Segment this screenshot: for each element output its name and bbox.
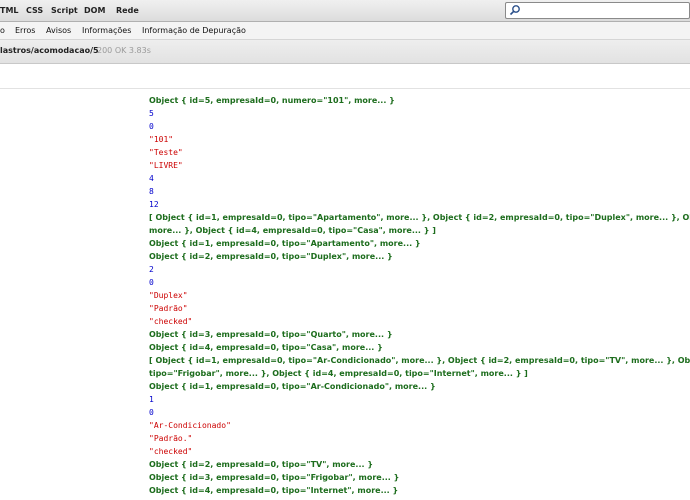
console-line[interactable]: Object { id=3, empresaId=0, tipo="Frigob… [149, 473, 399, 483]
console-line[interactable]: Object { id=4, empresaId=0, tipo="Intern… [149, 486, 398, 496]
tab-dom[interactable]: DOM [84, 6, 105, 15]
console-line: 0 [149, 408, 154, 417]
filter-all[interactable]: o [0, 26, 5, 35]
console-line: 12 [149, 200, 159, 209]
console-output: Object { id=5, empresaId=0, numero="101"… [149, 94, 690, 500]
tab-script[interactable]: Script [51, 6, 78, 15]
tab-rede[interactable]: Rede [116, 6, 139, 15]
search-input[interactable] [522, 4, 687, 17]
tab-html[interactable]: TML [0, 6, 19, 15]
console-line[interactable]: Object { id=1, empresaId=0, tipo="Ar-Con… [149, 382, 436, 392]
console-line: "101" [149, 135, 174, 144]
request-row[interactable]: lastros/acomodacao/5 200 OK 3.83s [0, 40, 690, 64]
console-line: 0 [149, 122, 154, 131]
console-line: 5 [149, 109, 154, 118]
console-line[interactable]: Object { id=2, empresaId=0, tipo="TV", m… [149, 460, 373, 470]
console-line: "Padrão." [149, 434, 193, 443]
console-line: "checked" [149, 317, 193, 326]
console-line[interactable]: [ Object { id=1, empresaId=0, tipo="Apar… [149, 213, 690, 223]
console-line: "Ar-Condicionado" [149, 421, 231, 430]
panel-tab-bar: TML CSS Script DOM Rede [0, 0, 690, 22]
request-status: 200 OK 3.83s [97, 46, 151, 55]
search-box[interactable] [505, 2, 690, 19]
console-line: 0 [149, 278, 154, 287]
console-line: "checked" [149, 447, 193, 456]
console-line: 8 [149, 187, 154, 196]
console-line: 1 [149, 395, 154, 404]
console-line[interactable]: Object { id=5, empresaId=0, numero="101"… [149, 96, 395, 106]
filter-info[interactable]: Informações [82, 26, 131, 35]
console-line[interactable]: Object { id=2, empresaId=0, tipo="Duplex… [149, 252, 393, 262]
console-line[interactable]: tipo="Frigobar", more... }, Object { id=… [149, 369, 528, 379]
search-icon [509, 5, 520, 16]
console-line[interactable]: Object { id=3, empresaId=0, tipo="Quarto… [149, 330, 393, 340]
console-line[interactable]: Object { id=1, empresaId=0, tipo="Aparta… [149, 239, 421, 249]
console-line[interactable]: Object { id=4, empresaId=0, tipo="Casa",… [149, 343, 383, 353]
console-line[interactable]: more... }, Object { id=4, empresaId=0, t… [149, 226, 436, 236]
divider [0, 88, 690, 89]
request-url[interactable]: lastros/acomodacao/5 [0, 46, 99, 55]
filter-debug[interactable]: Informação de Depuração [142, 26, 246, 35]
console-line: "Duplex" [149, 291, 188, 300]
console-line: 2 [149, 265, 154, 274]
console-line: "Teste" [149, 148, 183, 157]
filter-errors[interactable]: Erros [15, 26, 35, 35]
console-line: "Padrão" [149, 304, 188, 313]
console-line: "LIVRE" [149, 161, 183, 170]
filter-warnings[interactable]: Avisos [46, 26, 71, 35]
tab-css[interactable]: CSS [26, 6, 43, 15]
console-line[interactable]: [ Object { id=1, empresaId=0, tipo="Ar-C… [149, 356, 690, 366]
console-line: 4 [149, 174, 154, 183]
console-filter-bar: o Erros Avisos Informações Informação de… [0, 22, 690, 40]
